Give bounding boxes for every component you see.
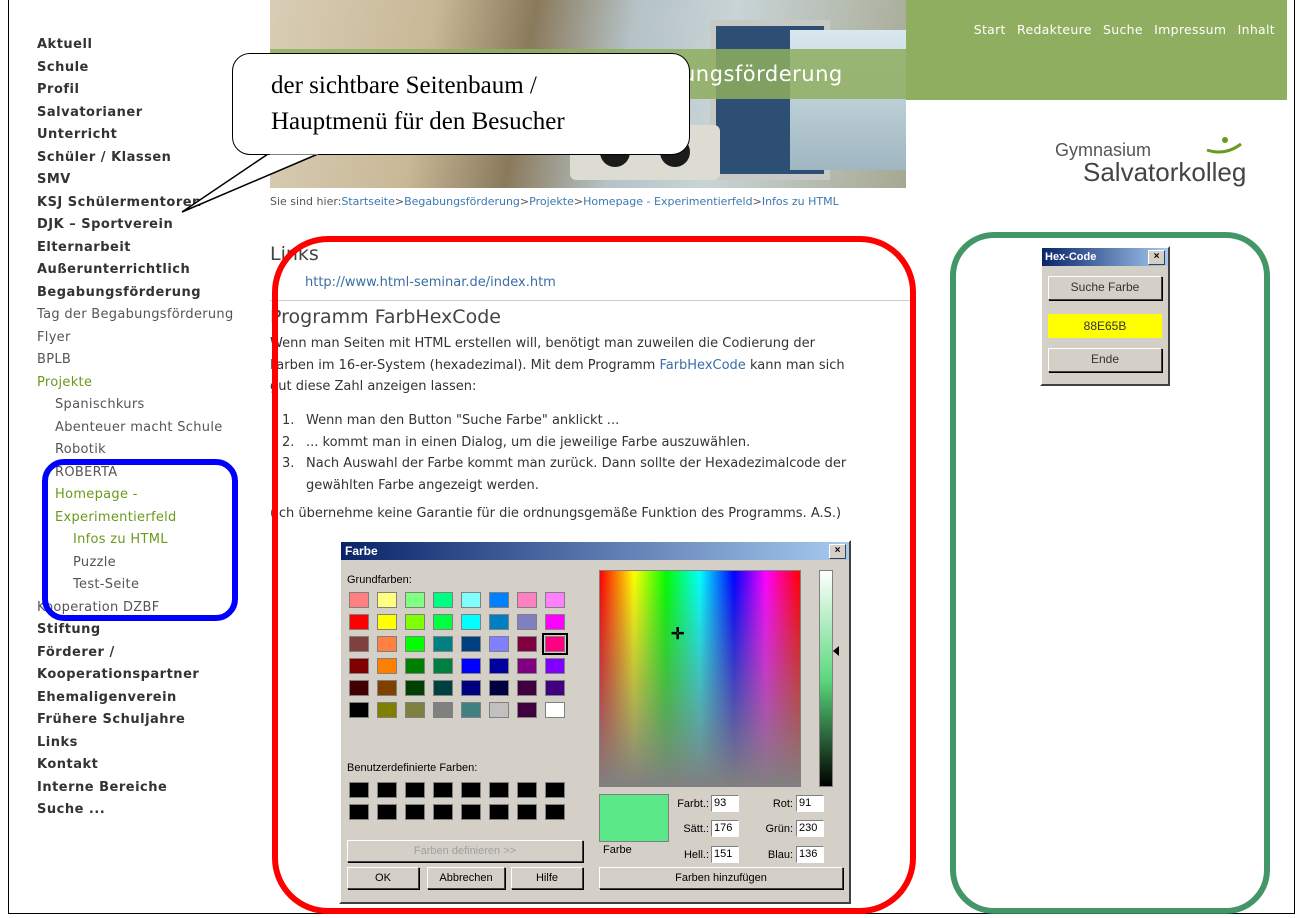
sidebar-item[interactable]: Unterricht — [37, 124, 252, 147]
topnav-inhalt[interactable]: Inhalt — [1238, 22, 1275, 37]
annotation-bubble: der sichtbare Seitenbaum / Hauptmenü für… — [232, 53, 690, 155]
sidebar-item[interactable]: Interne Bereiche — [37, 777, 252, 800]
breadcrumb-sep: > — [519, 195, 530, 208]
bubble-line: der sichtbare Seitenbaum / — [271, 72, 537, 99]
sidebar-item[interactable]: KSJ Schülermentoren — [37, 192, 252, 215]
sidebar-item[interactable]: Links — [37, 732, 252, 755]
content-highlight-ring — [272, 236, 916, 914]
topnav-redakteure[interactable]: Redakteure — [1017, 22, 1092, 37]
sidebar-item[interactable]: Profil — [37, 79, 252, 102]
sidebar-navigation: Aktuell Schule Profil Salvatorianer Unterric… — [37, 34, 252, 822]
sidebar-item[interactable]: Elternarbeit — [37, 237, 252, 260]
sidebar-item[interactable]: Kooperationspartner — [37, 664, 252, 687]
sidebar-item[interactable]: Außerunterrichtlich — [37, 259, 252, 282]
topnav-start[interactable]: Start — [974, 22, 1006, 37]
sidebar-item[interactable]: Förderer / — [37, 642, 252, 665]
sidebar-item[interactable]: Schule — [37, 57, 252, 80]
breadcrumb-item[interactable]: Begabungsförderung — [404, 195, 520, 208]
sidebar-item[interactable]: BPLB — [37, 349, 252, 372]
sidebar-item[interactable]: Begabungsförderung — [37, 282, 252, 305]
sidebar-item[interactable]: Kontakt — [37, 754, 252, 777]
breadcrumb-sep: > — [394, 195, 405, 208]
header-title: ungsförderung — [682, 62, 843, 86]
sidebar-item[interactable]: Flyer — [37, 327, 252, 350]
sidebar-item[interactable]: Suche ... — [37, 799, 252, 822]
sidebar-item[interactable]: Tag der Begabungsförderung — [37, 304, 252, 327]
bubble-line: Hauptmenü für den Besucher — [271, 108, 565, 135]
sidebar-item[interactable]: Abenteuer macht Schule — [55, 417, 252, 440]
sidebar-item[interactable]: Spanischkurs — [55, 394, 252, 417]
subnav-highlight-ring — [42, 459, 238, 621]
school-logo[interactable]: Gymnasium Salvatorkolleg — [1055, 137, 1247, 188]
sidebar-item[interactable]: DJK – Sportverein — [37, 214, 252, 237]
sidebar-item[interactable]: Frühere Schuljahre — [37, 709, 252, 732]
breadcrumb-item[interactable]: Infos zu HTML — [762, 195, 839, 208]
breadcrumb-sep: > — [573, 195, 584, 208]
sidebar-item[interactable]: Projekte — [37, 372, 252, 395]
sidebar-item[interactable]: Salvatorianer — [37, 102, 252, 125]
logo-line-2: Salvatorkolleg — [1083, 157, 1247, 187]
sidebar-item[interactable]: Stiftung — [37, 619, 252, 642]
breadcrumb-item[interactable]: Startseite — [341, 195, 395, 208]
breadcrumb-item[interactable]: Homepage - Experimentierfeld — [583, 195, 753, 208]
topnav-impressum[interactable]: Impressum — [1154, 22, 1226, 37]
breadcrumb: Sie sind hier:Startseite>Begabungsförder… — [270, 195, 839, 208]
sidebar-item[interactable]: Aktuell — [37, 34, 252, 57]
sidebar-item[interactable]: Ehemaligenverein — [37, 687, 252, 710]
sidebar-item[interactable]: SMV — [37, 169, 252, 192]
logo-swoosh-icon — [1206, 137, 1242, 154]
sidebar-item[interactable]: Schüler / Klassen — [37, 147, 252, 170]
breadcrumb-prefix: Sie sind hier: — [270, 195, 342, 208]
topnav-suche[interactable]: Suche — [1103, 22, 1143, 37]
breadcrumb-item[interactable]: Projekte — [529, 195, 574, 208]
breadcrumb-sep: > — [752, 195, 762, 208]
header-green-panel — [906, 0, 1287, 100]
program-highlight-ring — [950, 232, 1270, 914]
top-navigation: Start Redakteure Suche Impressum Inhalt — [967, 22, 1275, 37]
